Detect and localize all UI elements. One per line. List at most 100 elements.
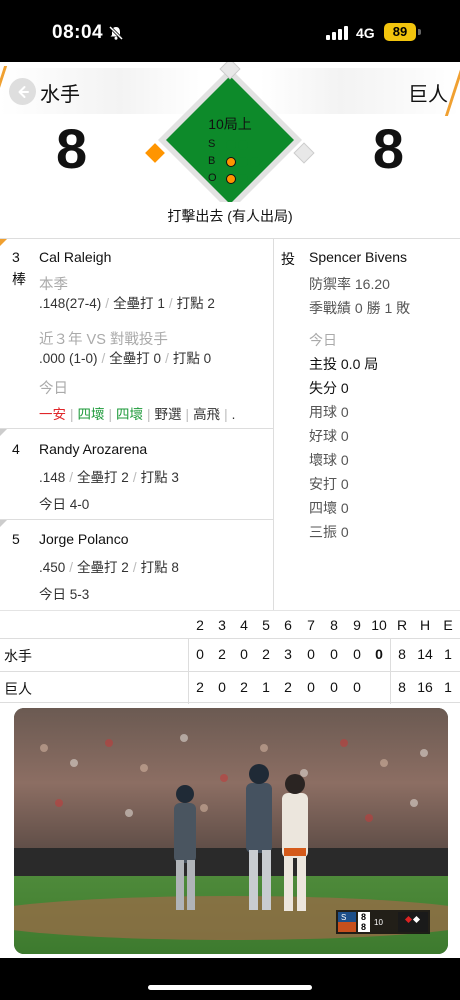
batter-stats: .450/全壘打 2/打點 8 <box>39 560 179 575</box>
inning-score: 0 <box>330 646 338 662</box>
inning-header: 6 <box>284 617 292 633</box>
batter-name: Cal Raleigh <box>39 249 112 265</box>
out-label: O <box>208 172 217 184</box>
vs-avg: .000 (1-0) <box>39 351 98 366</box>
ball-dot-3 <box>250 157 260 167</box>
matchup-panel: 3 棒 Cal Raleigh 本季 .148(27-4) / 全壘打 1/打點 2… <box>0 238 460 611</box>
batting-order: 4 <box>12 441 20 457</box>
pitcher-today-label: 今日 <box>309 332 337 348</box>
vs-pitcher-stats: .000 (1-0) / 全壘打 0/打點 0 <box>39 351 212 366</box>
at-bat-result: 四壞 <box>77 407 105 422</box>
line-score-team: 巨人 <box>4 681 32 697</box>
bottom-bar <box>0 958 460 1000</box>
total-runs: 8 <box>398 646 406 662</box>
score-bug-away-abbr: S <box>341 913 346 922</box>
inning-header: 4 <box>240 617 248 633</box>
pitcher-label: 投 <box>281 251 295 267</box>
score-bug-away-score: 8 <box>361 912 366 922</box>
home-indicator[interactable] <box>148 985 312 990</box>
at-bat-result: 四壞 <box>116 407 144 422</box>
scoreboard-header: 水手 巨人 8 8 10局上 S B O 打擊出去 (有人出局) <box>0 62 460 238</box>
at-bat-result: 高飛 <box>193 407 221 422</box>
inning-score-current: 0 <box>375 646 383 662</box>
column-divider <box>188 638 189 704</box>
pitcher-innings: 主投 0.0 局 <box>309 356 379 372</box>
season-rbi: 打點 2 <box>176 296 215 311</box>
batter-card-in-hole[interactable]: 5 Jorge Polanco .450/全壘打 2/打點 8 今日 5-3 <box>0 520 274 611</box>
batting-order-suffix: 棒 <box>12 271 26 287</box>
at-bat-result: . <box>231 407 236 422</box>
vs-rbi: 打點 0 <box>172 351 212 366</box>
batter-hr: 全壘打 2 <box>77 470 129 485</box>
home-score: 8 <box>372 117 404 180</box>
pitcher-panel[interactable]: 投 Spencer Bivens 防禦率 16.20 季戰績 0 勝 1 敗 今… <box>275 239 460 611</box>
vs-hr: 全壘打 0 <box>109 351 162 366</box>
last-play-text: 打擊出去 (有人出局) <box>167 208 293 224</box>
strike-dot-2 <box>238 140 248 150</box>
batting-order: 3 <box>12 249 20 265</box>
network-type: 4G <box>356 25 375 41</box>
batter-today: 今日 5-3 <box>39 587 90 602</box>
status-time: 08:04 <box>52 22 104 43</box>
total-hits: 14 <box>417 646 433 662</box>
total-runs: 8 <box>398 679 406 695</box>
line-score-table[interactable]: 2 3 4 5 6 7 8 9 10 R H E 水手 0 2 0 2 3 0 … <box>0 610 460 704</box>
ball-dot-2 <box>238 157 248 167</box>
today-label: 今日 <box>39 381 68 397</box>
batter-stats: .148/全壘打 2/打點 3 <box>39 470 179 485</box>
batter-card-current[interactable]: 3 棒 Cal Raleigh 本季 .148(27-4) / 全壘打 1/打點 2… <box>0 239 274 429</box>
inning-header: 10 <box>371 617 387 633</box>
today-at-bats: 一安 | 四壞 | 四壞 | 野選 | 高飛 |. <box>39 407 236 422</box>
line-score-row-away: 水手 0 2 0 2 3 0 0 0 0 8 14 1 <box>0 638 460 670</box>
battery-icon: 89 <box>384 23 416 41</box>
inning-score: 0 <box>330 679 338 695</box>
cellular-signal-icon <box>326 26 348 40</box>
inning-score: 0 <box>218 679 226 695</box>
batter-today: 今日 4-0 <box>39 497 90 512</box>
hits-header: H <box>419 617 431 633</box>
total-errors: 1 <box>444 679 452 695</box>
away-score: 8 <box>56 117 88 180</box>
pitcher-era: 防禦率 16.20 <box>309 276 390 292</box>
vs-pitcher-label: 近３年 VS 對戰投手 <box>39 332 168 348</box>
inning-score: 0 <box>240 646 248 662</box>
line-score-header: 2 3 4 5 6 7 8 9 10 R H E <box>0 610 460 638</box>
batter-card-on-deck[interactable]: 4 Randy Arozarena .148/全壘打 2/打點 3 今日 4-0 <box>0 429 274 520</box>
pitcher-hits: 安打 0 <box>309 476 349 492</box>
batter-rbi: 打點 8 <box>140 560 179 575</box>
inning-header: 7 <box>307 617 315 633</box>
ball-label: B <box>208 155 216 167</box>
battery-tip <box>418 29 421 35</box>
inning-score: 2 <box>284 679 292 695</box>
inning-score: 0 <box>307 679 315 695</box>
inning-score: 2 <box>196 679 204 695</box>
batter-marker <box>0 520 7 527</box>
errors-header: E <box>443 617 453 633</box>
batter-list: 3 棒 Cal Raleigh 本季 .148(27-4) / 全壘打 1/打點 2… <box>0 239 274 611</box>
pitcher-record: 季戰績 0 勝 1 敗 <box>309 300 411 316</box>
pitcher-walks: 四壞 0 <box>309 500 349 516</box>
away-team-name: 水手 <box>40 84 80 106</box>
inning-score: 2 <box>218 646 226 662</box>
batter-name: Randy Arozarena <box>39 441 148 457</box>
inning-header: 2 <box>196 617 204 633</box>
line-score-team: 水手 <box>4 648 32 664</box>
third-base <box>145 143 165 163</box>
score-bug-home-score: 8 <box>361 922 366 932</box>
batter-hr: 全壘打 2 <box>77 560 129 575</box>
video-frame: S 8 8 10 <box>14 708 448 954</box>
season-avg: .148(27-4) <box>39 296 102 311</box>
strike-dot-1 <box>226 140 236 150</box>
inning-score: 0 <box>353 679 361 695</box>
batter-avg: .148 <box>39 470 66 485</box>
broadcast-score-bug <box>336 910 430 934</box>
pitcher-name: Spencer Bivens <box>309 249 408 265</box>
back-button[interactable] <box>9 78 36 105</box>
live-video-player[interactable]: S 8 8 10 <box>14 708 448 954</box>
pitcher-pitches: 用球 0 <box>309 404 349 420</box>
batter-avg: .450 <box>39 560 66 575</box>
strike-label: S <box>208 138 216 150</box>
batting-order: 5 <box>12 531 20 547</box>
arrow-left-icon <box>18 85 29 98</box>
total-hits: 16 <box>417 679 433 695</box>
